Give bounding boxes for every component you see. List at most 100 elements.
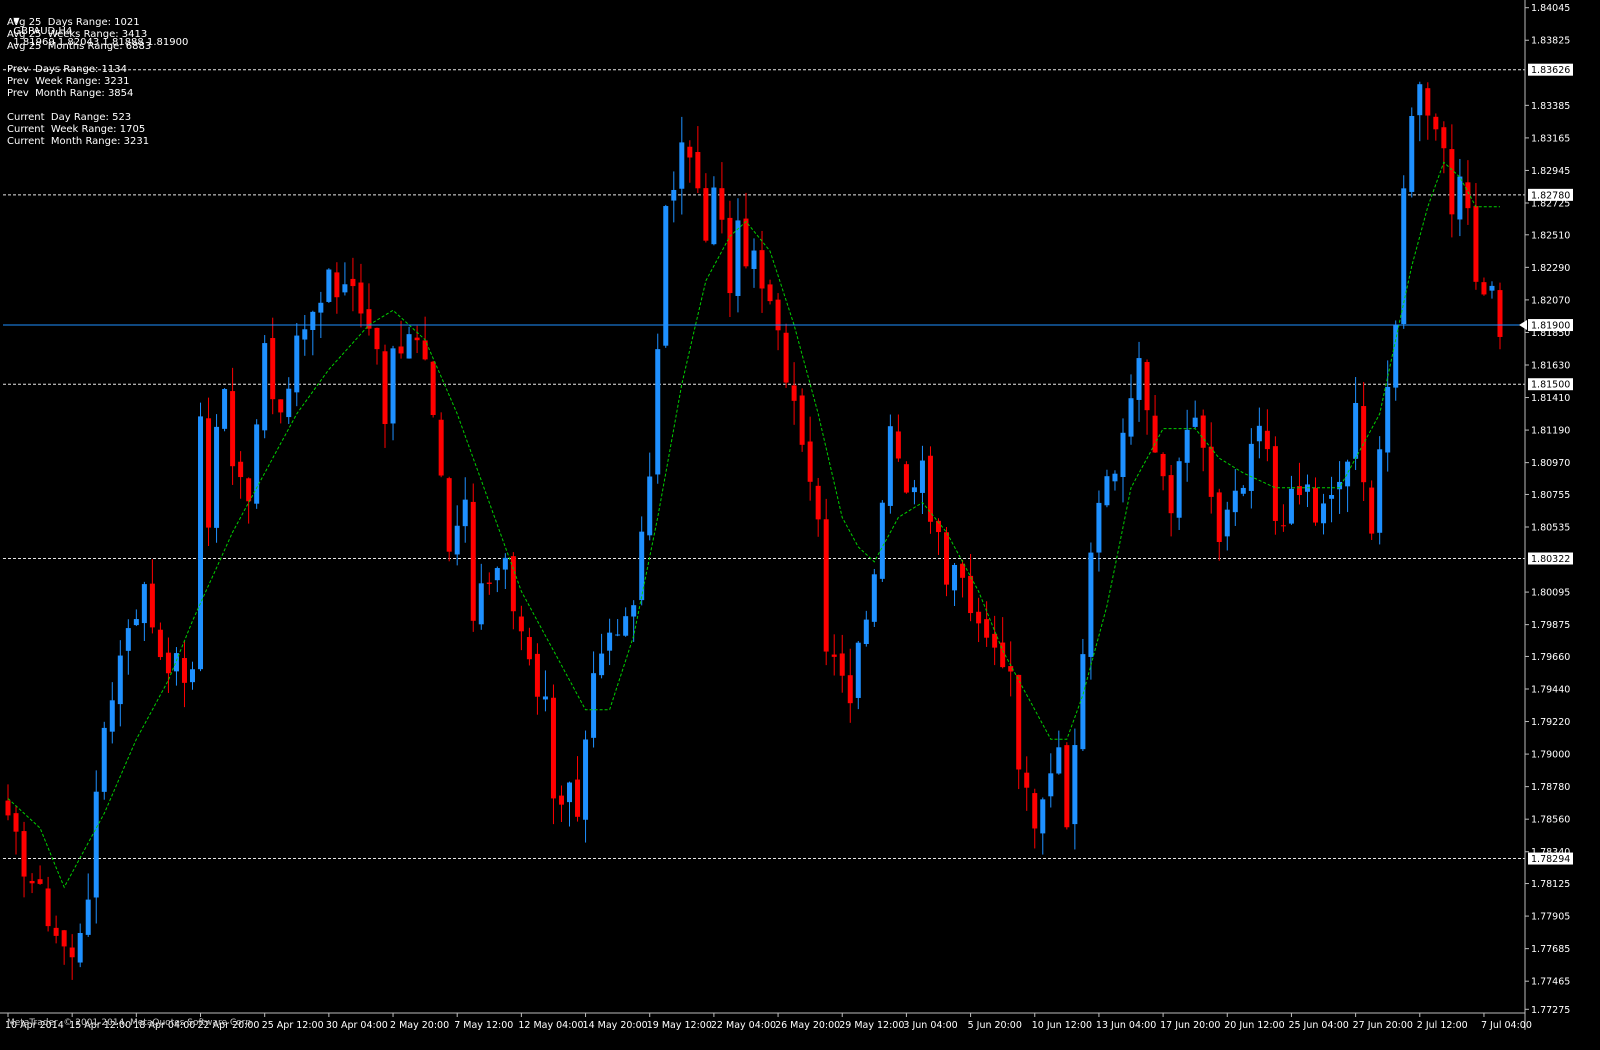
candle-body: [1280, 525, 1286, 527]
x-tick-label: 20 Jun 12:00: [1224, 1020, 1284, 1031]
candle-body: [374, 327, 380, 350]
level-label: 1.81500: [1531, 380, 1570, 391]
y-tick-label: 1.77275: [1531, 1005, 1570, 1016]
y-tick-label: 1.80095: [1531, 588, 1570, 599]
candle-body: [470, 501, 476, 621]
candle-body: [839, 653, 845, 676]
candle-body: [189, 669, 195, 683]
x-tick-label: 7 Jul 04:00: [1481, 1020, 1532, 1031]
level-label: 1.83626: [1531, 65, 1570, 76]
candle-body: [799, 395, 805, 445]
candle-body: [53, 927, 59, 936]
candle-body: [679, 142, 685, 189]
candle-body: [1128, 398, 1134, 437]
x-tick-label: 7 May 12:00: [454, 1020, 513, 1031]
y-tick-label: 1.80970: [1531, 458, 1570, 469]
candle: [799, 388, 805, 452]
candle-body: [751, 250, 757, 269]
candle-body: [342, 284, 348, 293]
candle-body: [1136, 358, 1142, 400]
candle-body: [1056, 747, 1062, 774]
y-tick-label: 1.83825: [1531, 36, 1570, 47]
candle-body: [550, 697, 556, 799]
candle-body: [1465, 182, 1471, 209]
y-tick-label: 1.78125: [1531, 879, 1570, 890]
candle-body: [45, 888, 51, 927]
candle-body: [1321, 503, 1327, 524]
candle-body: [1232, 490, 1238, 513]
candle-body: [1369, 487, 1375, 534]
candle-body: [703, 188, 709, 241]
candle-body: [1216, 492, 1222, 542]
candle-body: [919, 460, 925, 493]
info-line: Avg 25 Days Range: 1021: [7, 17, 140, 28]
info-line: Prev Days Range: 1134: [7, 64, 127, 75]
candle-body: [1288, 488, 1294, 524]
candle: [655, 333, 661, 484]
candle-body: [1168, 475, 1174, 514]
candle-body: [382, 351, 388, 425]
candle: [823, 498, 829, 666]
candle-body: [350, 278, 356, 287]
x-tick-label: 29 May 12:00: [839, 1020, 904, 1031]
candle-body: [1184, 429, 1190, 463]
candle-body: [141, 584, 147, 624]
candle-body: [117, 655, 123, 705]
candle-body: [1272, 446, 1278, 521]
info-line: Avg 25 Weeks Range: 3413: [7, 29, 148, 40]
candle-body: [430, 361, 436, 415]
candle-body: [246, 478, 252, 502]
price-chart[interactable]: 1.84045 1.83825 1.83385 1.83165 1.82945 1.827…: [0, 0, 1600, 1050]
x-tick-label: 14 May 20:00: [583, 1020, 648, 1031]
candle-body: [286, 388, 292, 418]
copyright-text: MetaTrader, © 2001-2014, MetaQuotes Soft…: [7, 1018, 254, 1028]
candle-body: [783, 332, 789, 383]
candle-body: [1425, 88, 1431, 116]
candle-body: [887, 426, 893, 506]
candle-body: [1200, 415, 1206, 448]
candle-body: [518, 616, 524, 632]
info-line: Prev Week Range: 3231: [7, 76, 130, 87]
candle-body: [711, 187, 717, 245]
y-tick-label: 1.82070: [1531, 295, 1570, 306]
candle: [663, 204, 669, 348]
current-price-label: 1.81900: [1531, 321, 1570, 332]
candle-body: [5, 800, 11, 816]
candle-body: [69, 947, 75, 958]
candle: [254, 419, 260, 509]
candle-body: [815, 485, 821, 520]
candle: [1272, 436, 1278, 535]
x-tick-label: 2 Jul 12:00: [1417, 1020, 1468, 1031]
candle: [206, 397, 212, 547]
candle-body: [1152, 415, 1158, 453]
candle-body: [807, 441, 813, 482]
candle-body: [214, 426, 220, 528]
candle-body: [1473, 206, 1479, 282]
candle: [101, 721, 107, 800]
candle-body: [671, 189, 677, 201]
candle-body: [575, 779, 581, 817]
y-tick-label: 1.81190: [1531, 426, 1570, 437]
y-tick-label: 1.80535: [1531, 522, 1570, 533]
candle-body: [294, 335, 300, 393]
candle: [1064, 742, 1070, 830]
candle-body: [21, 831, 27, 877]
y-tick-label: 1.78560: [1531, 815, 1570, 826]
candle-body: [623, 616, 629, 636]
candle-body: [1497, 290, 1503, 337]
candle-body: [727, 217, 733, 294]
candle-body: [615, 634, 621, 636]
y-tick-label: 1.84045: [1531, 3, 1570, 14]
candle-body: [655, 349, 661, 475]
candle-body: [1264, 430, 1270, 450]
candle-body: [1489, 285, 1495, 291]
candle: [1377, 436, 1383, 545]
info-line: Current Month Range: 3231: [7, 136, 150, 147]
candle-body: [831, 654, 837, 657]
info-line: Current Day Range: 523: [7, 112, 132, 123]
candle-body: [791, 385, 797, 401]
x-tick-label: 27 Jun 20:00: [1353, 1020, 1413, 1031]
candle-body: [358, 282, 364, 314]
candle-body: [270, 338, 276, 400]
candle: [887, 414, 893, 514]
